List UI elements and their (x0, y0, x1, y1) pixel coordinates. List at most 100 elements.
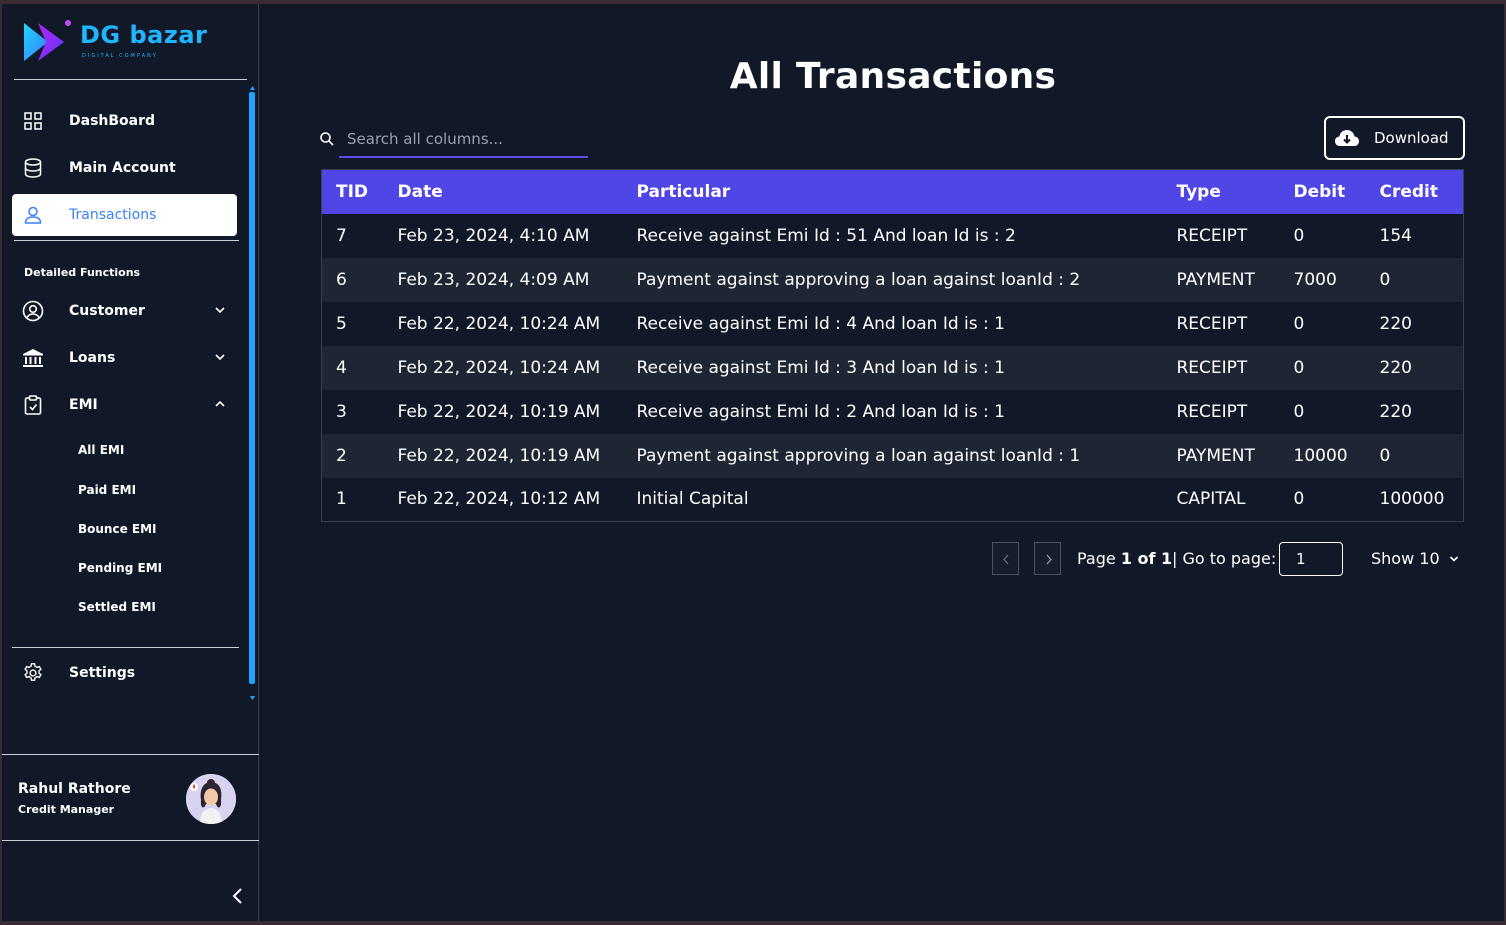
cell-date: Feb 22, 2024, 10:12 AM (397, 489, 601, 510)
cell-particular: Receive against Emi Id : 51 And loan Id … (636, 225, 1016, 246)
brand-name: DG bazar (80, 21, 208, 49)
cell-debit: 0 (1293, 489, 1305, 510)
sidebar-item-main-account[interactable]: Main Account (12, 147, 237, 189)
cell-particular: Payment against approving a loan against… (636, 269, 1081, 290)
table-body: 7 Feb 23, 2024, 4:10 AM Receive against … (321, 213, 1464, 522)
search-input[interactable] (339, 122, 588, 158)
sidebar-item-label: EMI (69, 397, 98, 413)
sidebar-item-label: Loans (69, 350, 116, 366)
cell-particular: Receive against Emi Id : 4 And loan Id i… (636, 313, 1005, 334)
user-icon (22, 204, 44, 226)
column-header-particular[interactable]: Particular (623, 170, 1163, 214)
cell-type: RECEIPT (1176, 313, 1248, 334)
page-of: 1 of 1 (1120, 549, 1173, 568)
cell-credit: 0 (1379, 445, 1391, 466)
cell-tid: 4 (336, 357, 347, 378)
page-size-value: Show 10 (1371, 549, 1440, 568)
chevron-down-icon[interactable] (213, 350, 227, 364)
sidebar-subitem-all-emi[interactable]: All EMI (78, 443, 124, 457)
cell-credit: 220 (1379, 313, 1412, 334)
column-header-debit[interactable]: Debit (1280, 170, 1366, 214)
table-row[interactable]: 5 Feb 22, 2024, 10:24 AM Receive against… (321, 301, 1464, 346)
sidebar-scroll-thumb[interactable] (249, 92, 255, 684)
gear-icon (22, 662, 44, 684)
next-page-button[interactable] (1034, 542, 1061, 575)
logo-icon (24, 20, 71, 61)
brand-logo[interactable]: DG bazar DIGITAL COMPANY (20, 17, 220, 69)
goto-label: | Go to page: (1172, 549, 1277, 568)
chevron-up-icon[interactable] (213, 397, 227, 411)
cell-credit: 0 (1379, 269, 1391, 290)
cell-debit: 0 (1293, 225, 1305, 246)
sidebar-subitem-paid-emi[interactable]: Paid EMI (78, 483, 136, 497)
goto-page-input[interactable] (1279, 542, 1343, 576)
sidebar-item-loans[interactable]: Loans (12, 337, 237, 379)
table-row[interactable]: 3 Feb 22, 2024, 10:19 AM Receive against… (321, 389, 1464, 434)
chevron-down-icon (1449, 556, 1459, 562)
page-size-select[interactable]: Show 10 (1370, 542, 1465, 576)
sidebar-item-label: Customer (69, 303, 145, 319)
cell-type: PAYMENT (1176, 445, 1255, 466)
sidebar-item-dashboard[interactable]: DashBoard (12, 100, 237, 142)
scroll-down-icon[interactable] (250, 696, 255, 700)
cell-type: RECEIPT (1176, 357, 1248, 378)
cell-particular: Payment against approving a loan against… (636, 445, 1081, 466)
cell-date: Feb 22, 2024, 10:24 AM (397, 313, 601, 334)
cell-particular: Receive against Emi Id : 2 And loan Id i… (636, 401, 1005, 422)
table-row[interactable]: 2 Feb 22, 2024, 10:19 AM Payment against… (321, 433, 1464, 478)
prev-page-button[interactable] (992, 542, 1019, 575)
main-content: All Transactions Download TID Date Parti… (260, 4, 1504, 921)
column-header-type[interactable]: Type (1163, 170, 1280, 214)
sidebar-item-transactions[interactable]: Transactions (12, 194, 237, 236)
sidebar-item-label: Settings (69, 665, 136, 681)
sidebar-item-emi[interactable]: EMI (12, 384, 237, 426)
cell-credit: 154 (1379, 225, 1412, 246)
sidebar-item-label: DashBoard (69, 113, 156, 129)
clipboard-icon (22, 394, 44, 416)
collapse-sidebar-icon[interactable] (228, 886, 248, 906)
chevron-down-icon[interactable] (213, 303, 227, 317)
column-header-date[interactable]: Date (384, 170, 623, 214)
scroll-up-icon[interactable] (250, 86, 255, 90)
table-row[interactable]: 7 Feb 23, 2024, 4:10 AM Receive against … (321, 213, 1464, 258)
cell-credit: 220 (1379, 401, 1412, 422)
cloud-download-icon (1335, 130, 1359, 146)
database-icon (22, 157, 44, 179)
table-row[interactable]: 6 Feb 23, 2024, 4:09 AM Payment against … (321, 257, 1464, 302)
cell-tid: 5 (336, 313, 347, 334)
column-header-credit[interactable]: Credit (1366, 170, 1464, 214)
cell-tid: 1 (336, 489, 347, 510)
page-indicator: Page 1 of 1 (1077, 549, 1172, 568)
avatar[interactable] (186, 774, 236, 824)
profile-name: Rahul Rathore (18, 781, 131, 797)
table-row[interactable]: 1 Feb 22, 2024, 10:12 AM Initial Capital… (321, 477, 1464, 522)
cell-date: Feb 22, 2024, 10:19 AM (397, 401, 601, 422)
user-profile[interactable]: Rahul Rathore Credit Manager (2, 754, 259, 841)
app-window: DG bazar DIGITAL COMPANY DashBoard Main … (2, 4, 1504, 921)
sidebar-item-settings[interactable]: Settings (12, 652, 237, 694)
sidebar-subitem-bounce-emi[interactable]: Bounce EMI (78, 522, 157, 536)
sidebar-subitem-pending-emi[interactable]: Pending EMI (78, 561, 162, 575)
table-header: TID Date Particular Type Debit Credit (321, 169, 1464, 214)
transactions-table: TID Date Particular Type Debit Credit 7 … (321, 169, 1464, 522)
sidebar-item-customer[interactable]: Customer (12, 290, 237, 332)
table-header-row: TID Date Particular Type Debit Credit (321, 169, 1464, 214)
cell-tid: 7 (336, 225, 347, 246)
cell-credit: 220 (1379, 357, 1412, 378)
cell-particular: Receive against Emi Id : 3 And loan Id i… (636, 357, 1005, 378)
column-header-tid[interactable]: TID (322, 170, 384, 214)
sidebar-subitem-settled-emi[interactable]: Settled EMI (78, 600, 156, 614)
table-row[interactable]: 4 Feb 22, 2024, 10:24 AM Receive against… (321, 345, 1464, 390)
cell-date: Feb 22, 2024, 10:19 AM (397, 445, 601, 466)
cell-debit: 0 (1293, 313, 1305, 334)
cell-tid: 2 (336, 445, 347, 466)
sidebar: DG bazar DIGITAL COMPANY DashBoard Main … (2, 4, 259, 921)
page-word: Page (1077, 549, 1116, 568)
cell-type: RECEIPT (1176, 401, 1248, 422)
cell-particular: Initial Capital (636, 489, 749, 510)
download-button[interactable]: Download (1324, 116, 1465, 160)
cell-tid: 6 (336, 269, 347, 290)
cell-debit: 0 (1293, 401, 1305, 422)
cell-type: RECEIPT (1176, 225, 1248, 246)
search-icon (320, 132, 334, 146)
